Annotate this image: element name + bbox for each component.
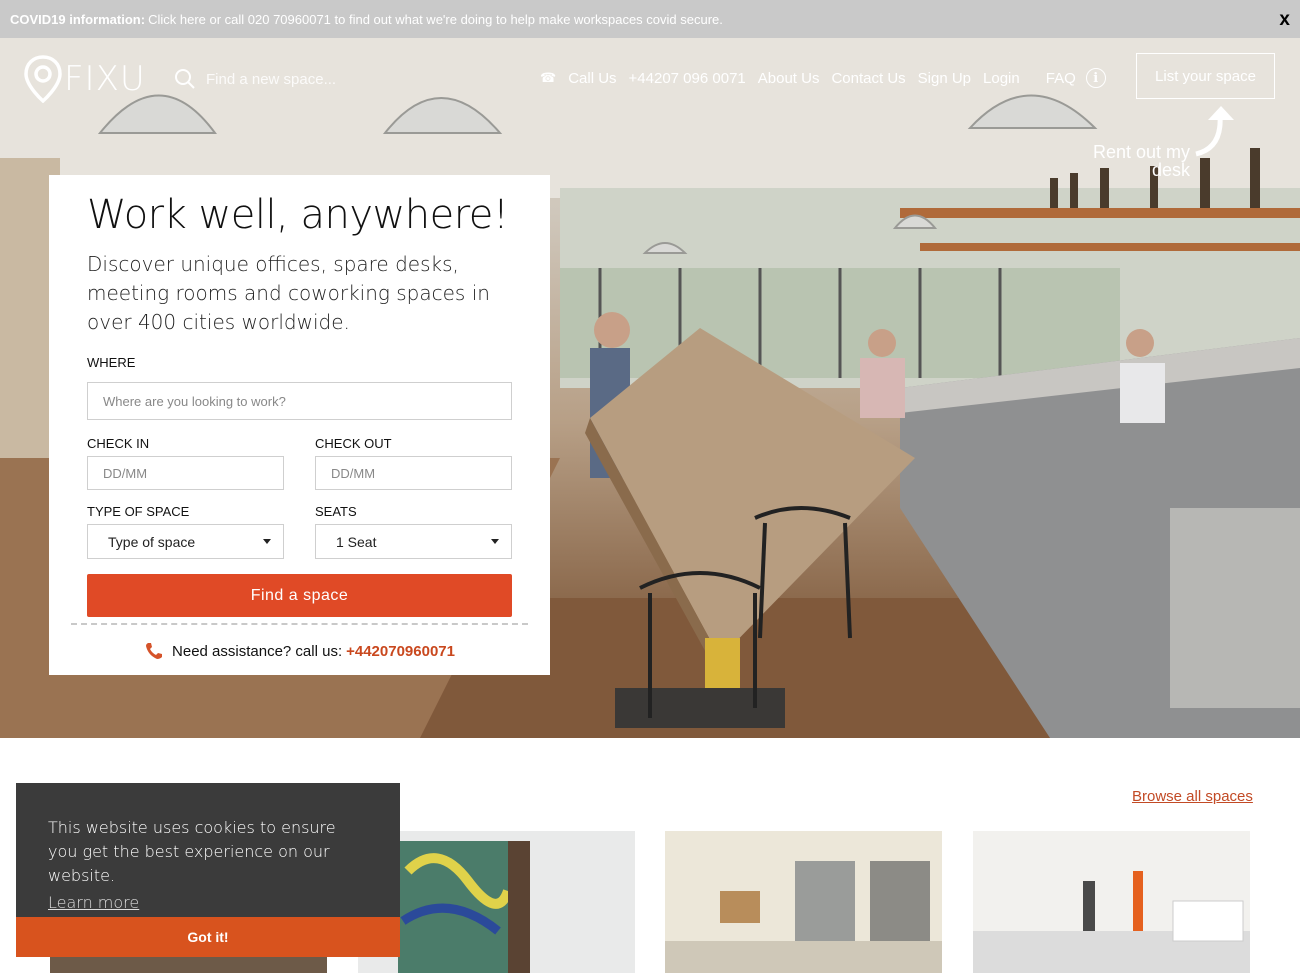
covid-banner-label: COVID19 information: <box>10 11 146 27</box>
search-card: Work well, anywhere! Discover unique off… <box>49 175 550 675</box>
seats-value: 1 Seat <box>336 533 377 550</box>
map-pin-logo-icon <box>24 55 62 103</box>
browse-all-spaces-link[interactable]: Browse all spaces <box>1132 788 1253 805</box>
seats-label: SEATS <box>315 504 357 519</box>
hero-description: Discover unique offices, spare desks, me… <box>87 252 490 334</box>
find-a-space-button[interactable]: Find a space <box>87 574 512 617</box>
where-input[interactable] <box>87 382 512 420</box>
covid-banner-text[interactable]: Click here or call 020 70960071 to find … <box>148 12 723 27</box>
nav-call-us[interactable]: Call Us <box>568 70 616 87</box>
seats-select[interactable]: 1 Seat <box>315 524 512 559</box>
covid-banner[interactable]: COVID19 information: Click here or call … <box>0 0 1300 38</box>
cookie-message: This website uses cookies to ensure you … <box>48 818 336 885</box>
curved-arrow-icon <box>1195 106 1234 157</box>
cookie-banner: This website uses cookies to ensure you … <box>16 783 400 957</box>
divider <box>71 623 528 625</box>
main-nav: ☎ Call Us +44207 096 0071 About Us Conta… <box>540 68 1106 88</box>
assistance-phone-link[interactable]: +442070960071 <box>346 643 455 660</box>
assistance-line: Need assistance? call us: +442070960071 <box>87 641 512 661</box>
rent-out-note: Rent out my desk <box>1092 142 1190 180</box>
learn-more-link[interactable]: Learn more <box>48 891 139 915</box>
listing-image <box>665 831 942 973</box>
nav-about-us[interactable]: About Us <box>758 70 820 87</box>
where-label: WHERE <box>87 355 136 370</box>
listing-card[interactable] <box>973 831 1250 973</box>
type-of-space-label: TYPE OF SPACE <box>87 504 190 519</box>
chevron-down-icon <box>263 539 271 544</box>
assistance-text: Need assistance? call us: <box>172 642 343 660</box>
check-in-label: CHECK IN <box>87 436 150 451</box>
phone-handset-icon <box>146 643 163 659</box>
chevron-down-icon <box>491 539 499 544</box>
nav-sign-up[interactable]: Sign Up <box>918 70 971 87</box>
listing-card[interactable] <box>665 831 942 973</box>
check-out-input[interactable] <box>315 456 512 490</box>
phone-icon: ☎ <box>540 70 557 85</box>
listing-image <box>973 831 1250 973</box>
check-out-label: CHECK OUT <box>315 436 392 451</box>
got-it-button[interactable]: Got it! <box>16 917 400 957</box>
type-of-space-select[interactable]: Type of space <box>87 524 284 559</box>
header-search[interactable] <box>174 68 366 90</box>
nav-login[interactable]: Login <box>983 70 1020 87</box>
logo[interactable]: FIXU <box>24 55 146 103</box>
search-input[interactable] <box>206 70 366 88</box>
check-in-input[interactable] <box>87 456 284 490</box>
info-icon[interactable]: i <box>1085 68 1106 88</box>
search-icon[interactable] <box>174 68 196 90</box>
close-icon[interactable]: x <box>1279 9 1290 31</box>
brand-name: FIXU <box>64 59 146 99</box>
nav-phone-number[interactable]: +44207 096 0071 <box>629 70 746 87</box>
type-of-space-value: Type of space <box>108 533 196 550</box>
nav-contact-us[interactable]: Contact Us <box>831 70 905 87</box>
hero-title: Work well, anywhere! <box>87 192 509 238</box>
nav-faq[interactable]: FAQ <box>1046 70 1076 87</box>
list-your-space-button[interactable]: List your space <box>1136 53 1275 99</box>
